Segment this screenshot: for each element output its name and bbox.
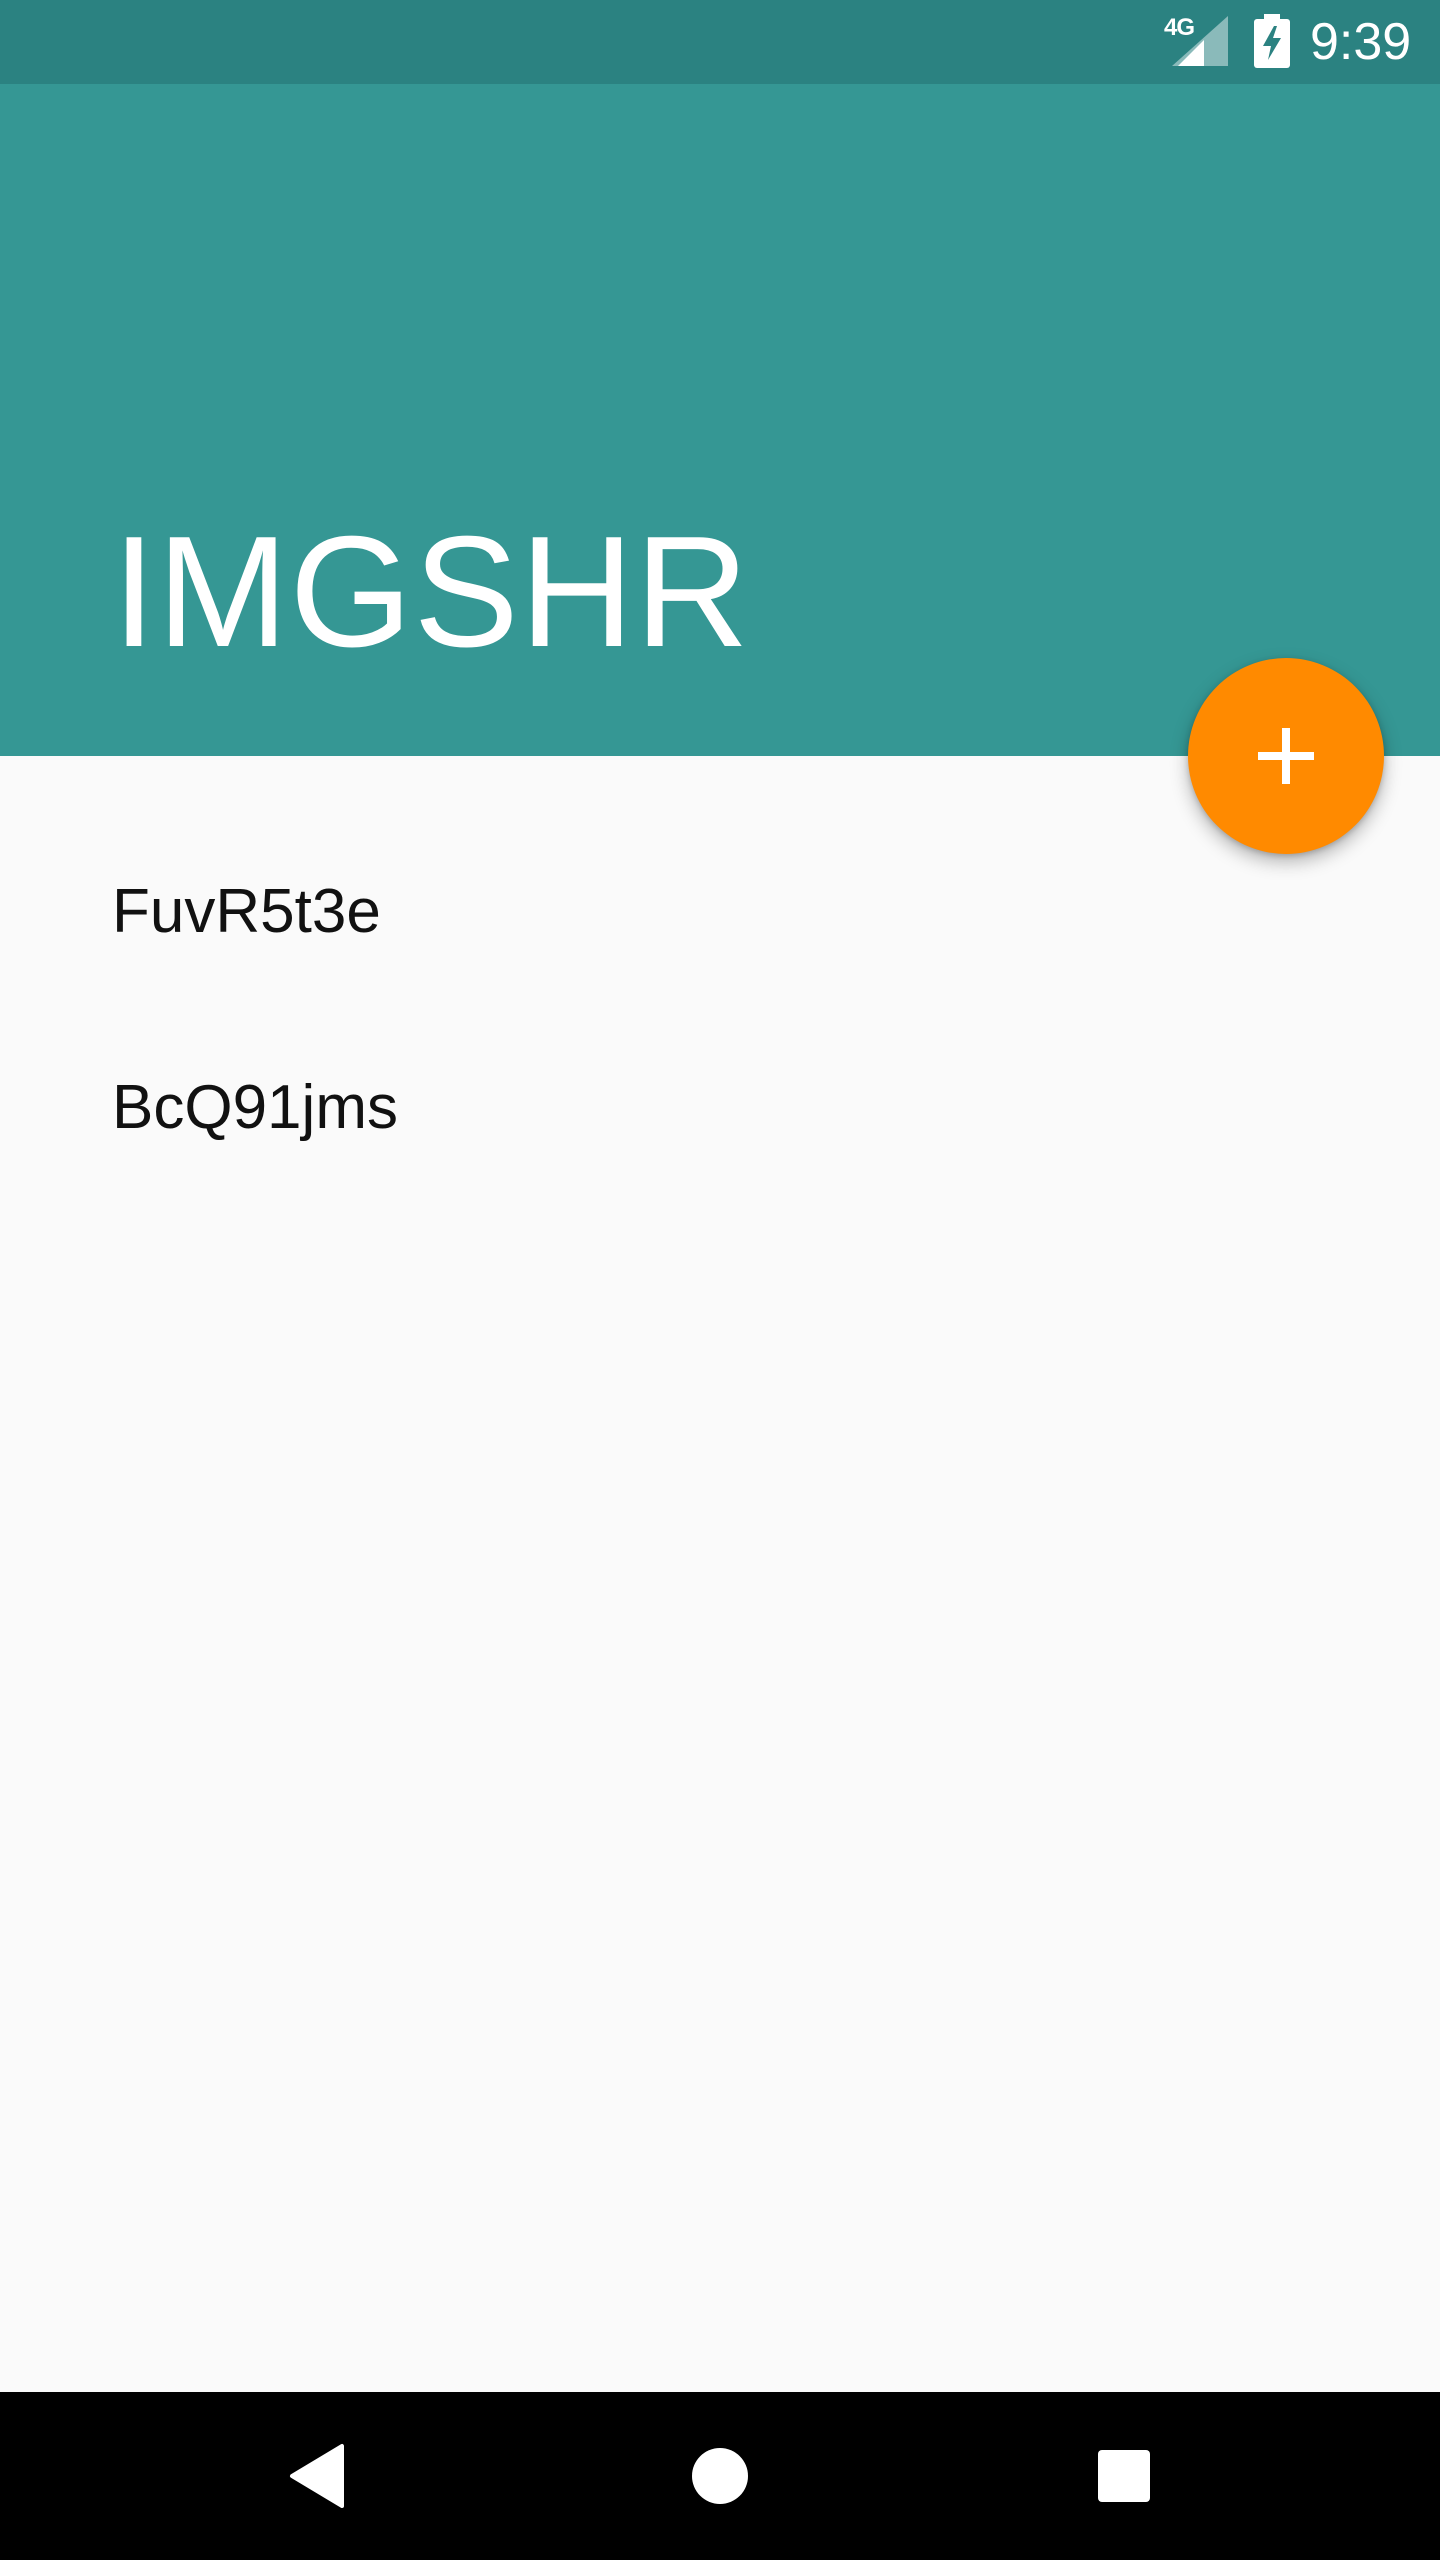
status-time: 9:39 <box>1310 13 1412 71</box>
list-item-label: BcQ91jms <box>112 1073 398 1142</box>
list-item-label: FuvR5t3e <box>112 877 381 946</box>
app-title: IMGSHR <box>112 504 750 680</box>
list-item[interactable]: BcQ91jms <box>0 952 1440 1148</box>
home-icon[interactable] <box>676 2432 764 2520</box>
back-icon[interactable] <box>272 2432 360 2520</box>
navigation-bar <box>0 2392 1440 2560</box>
recents-icon[interactable] <box>1080 2432 1168 2520</box>
battery-charging-icon <box>1254 14 1290 68</box>
gallery-list: FuvR5t3e BcQ91jms <box>0 756 1440 1148</box>
status-bar: 4G 9:39 <box>0 0 1440 84</box>
app-header: IMGSHR <box>0 84 1440 756</box>
list-item[interactable]: FuvR5t3e <box>0 756 1440 952</box>
cellular-signal-icon <box>1172 16 1228 66</box>
